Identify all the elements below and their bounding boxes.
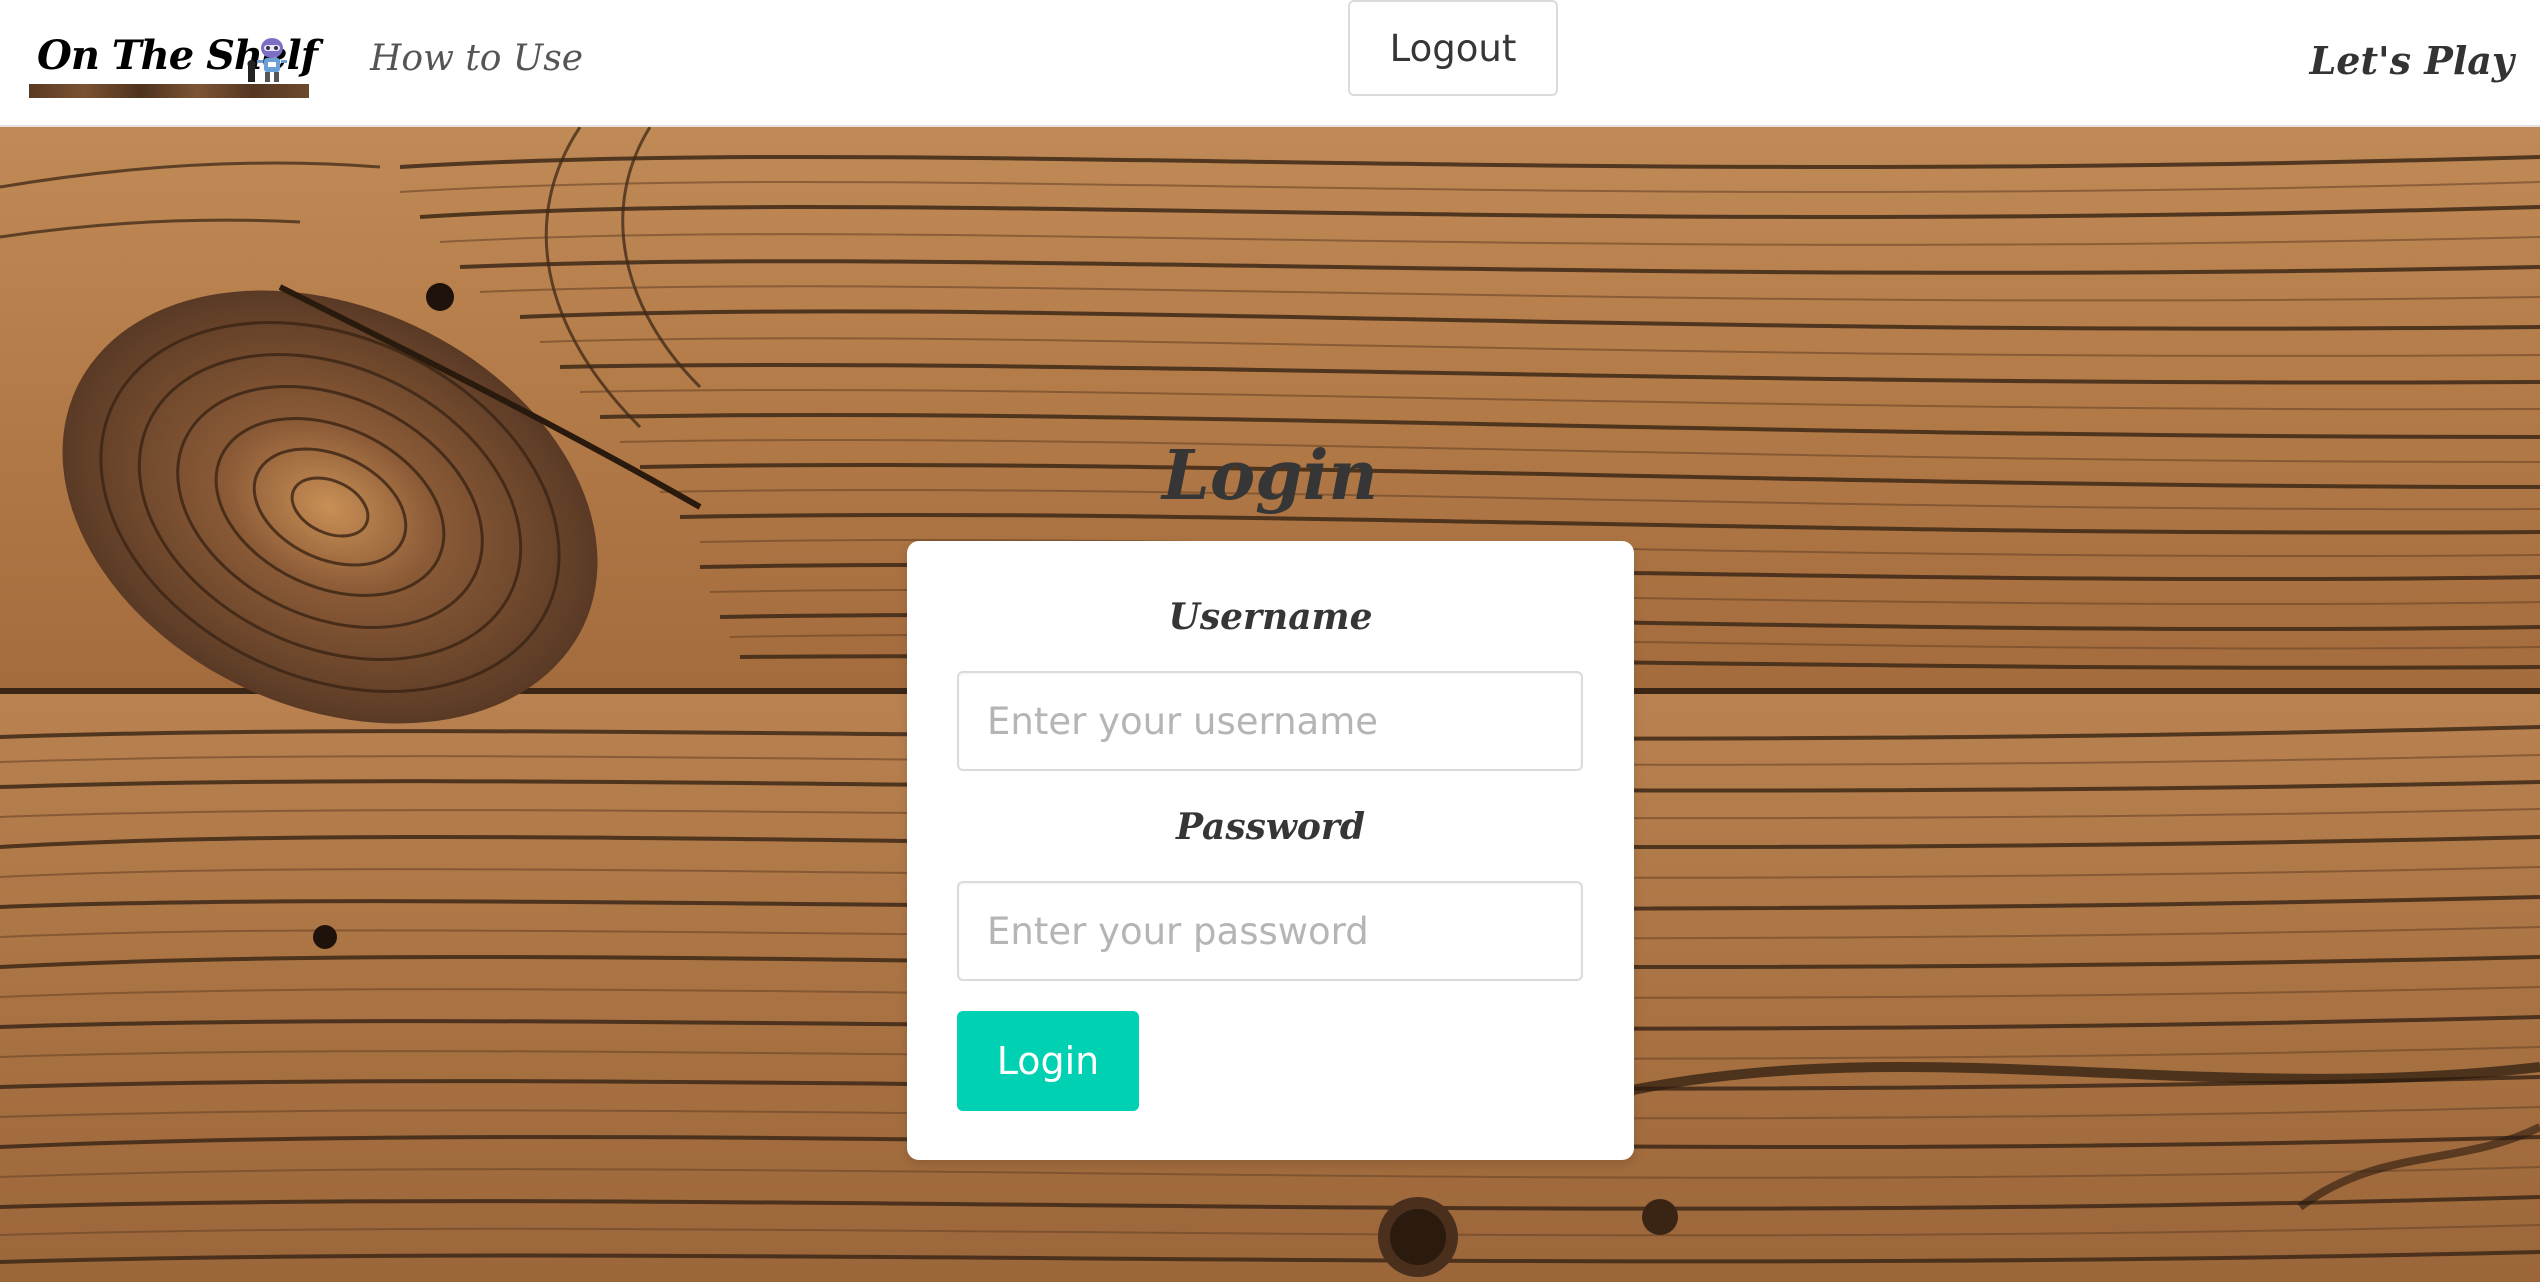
- top-navbar: On The Shelf How to Use Logout Let's Pla…: [0, 0, 2540, 127]
- login-card: Username Password Login: [907, 541, 1634, 1160]
- password-input[interactable]: [957, 881, 1583, 981]
- logo[interactable]: On The Shelf: [29, 34, 318, 98]
- username-label: Username: [1168, 596, 1373, 638]
- login-title: Login: [1162, 435, 1378, 516]
- robot-icon: [247, 38, 287, 82]
- login-button[interactable]: Login: [957, 1011, 1139, 1111]
- logo-shelf: [29, 84, 309, 98]
- how-to-use-link[interactable]: How to Use: [370, 38, 583, 79]
- password-label: Password: [1175, 806, 1366, 848]
- username-input[interactable]: [957, 671, 1583, 771]
- logout-button[interactable]: Logout: [1348, 0, 1558, 96]
- lets-play-link[interactable]: Let's Play: [2310, 38, 2514, 83]
